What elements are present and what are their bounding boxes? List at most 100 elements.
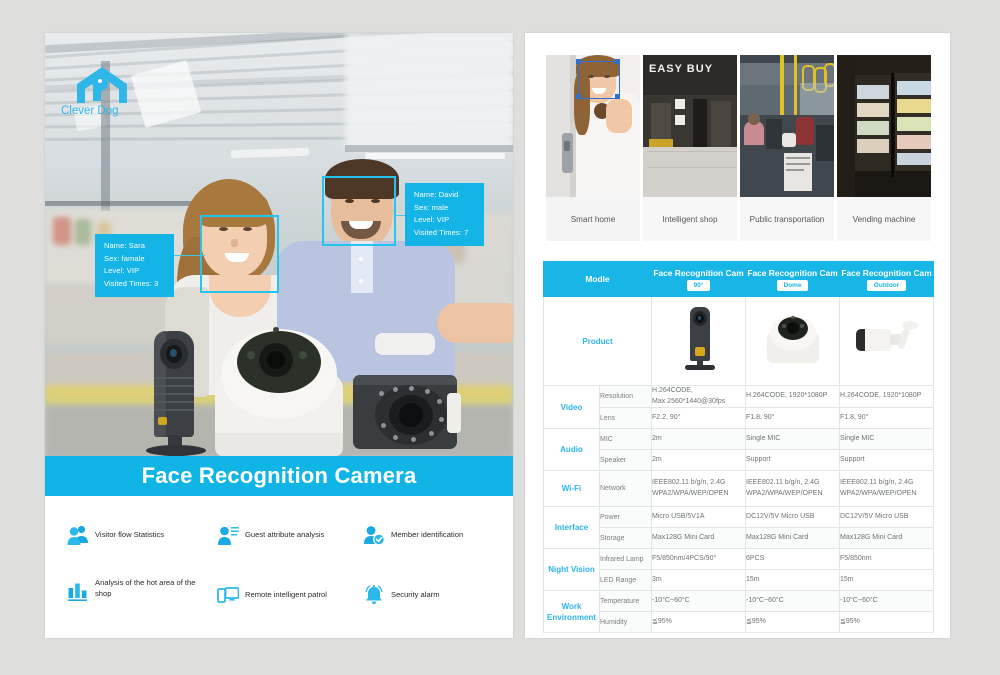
spec-value: IEEE802.11 b/g/n, 2.4G WPA2/WPA/WEP/OPEN: [839, 470, 935, 507]
product-title-band: Face Recognition Camera: [45, 456, 513, 496]
feature-item-security-alarm: Security alarm: [363, 584, 503, 606]
table-row-infrared-lamp: Night Vision Infrared Lamp F5/850nm/4PCS…: [543, 548, 935, 591]
spec-value: H.264CODE, Max 2560*1440@30fps: [651, 385, 747, 408]
face-detection-box-sara: [200, 215, 279, 293]
customer-hand: [437, 303, 513, 343]
right-spec-page: Smart home EASY BUY Intelligent shop Pub…: [525, 33, 950, 638]
product-bullet-camera: [353, 369, 461, 456]
table-row-temperature: Work Environment Temperature -10°C~60°C …: [543, 590, 935, 633]
sara-level: Level: VIP: [104, 266, 140, 276]
table-row-resolution: Video Resolution H.264CODE, Max 2560*144…: [543, 385, 935, 429]
scene-intelligent-shop: EASY BUY Intelligent shop: [643, 55, 737, 241]
scene-caption: Vending machine: [837, 197, 931, 241]
spec-label-speaker: Speaker: [598, 449, 653, 471]
feature-label: Security alarm: [391, 589, 440, 599]
spec-value: F5/850nm: [839, 548, 935, 570]
spec-label-resolution: Resolution: [598, 385, 653, 408]
col-3-title: Face Recognition Cam: [841, 267, 932, 278]
product-row-label: Product: [542, 296, 653, 386]
page-title: Face Recognition Camera: [141, 463, 417, 488]
spec-value: F1.8, 90°: [745, 407, 841, 429]
feature-label: Visitor flow Statistics: [95, 529, 165, 539]
feature-item-guest-attribute: Guest attribute analysis: [217, 524, 362, 546]
spec-value: 15m: [745, 569, 841, 591]
spec-value: Max128G Mini Card: [651, 527, 747, 549]
spec-label-mic: MIC: [598, 428, 653, 450]
col-1-badge: 90°: [686, 279, 711, 291]
category-video: Video: [543, 385, 600, 429]
face-detection-box-david: [322, 176, 396, 246]
shelf-line: [45, 201, 195, 206]
detection-info-sara: Name: Sara Sex: famale Level: VIP Visite…: [95, 234, 174, 298]
scene-image: [546, 55, 640, 197]
bar-chart-icon: [67, 580, 89, 602]
spec-value: 2m: [651, 428, 747, 450]
brand-logo: Clever Dog: [61, 65, 151, 125]
feature-item-member-identification: Member identification: [363, 524, 503, 546]
spec-value: ≦95%: [839, 611, 935, 633]
category-audio: Audio: [543, 428, 600, 471]
feature-item-remote-patrol: Remote intelligent patrol: [217, 584, 367, 606]
spec-value: DC12V/5V Micro USB: [745, 506, 841, 528]
spec-value: Micro USB/5V1A: [651, 506, 747, 528]
table-row-speaker: Speaker 2m Support Support: [544, 449, 935, 471]
brand-name: Clever Dog: [61, 105, 119, 117]
spec-value: 6PCS: [745, 548, 841, 570]
category-work-environment: Work Environment: [543, 590, 600, 633]
col-1-title: Face Recognition Cam: [653, 267, 744, 278]
table-row-humidity: Humidity ≦95% ≦95% ≦95%: [544, 611, 935, 633]
david-level: Level: VIP: [414, 215, 450, 225]
col-2-title: Face Recognition Cam: [747, 267, 838, 278]
feature-label: Analysis of the hot area of the shop: [95, 578, 196, 598]
david-sex: Sex: male: [414, 202, 449, 212]
spec-label-temperature: Temperature: [598, 590, 653, 612]
spec-value: H.264CODE, 1920*1080P: [839, 385, 935, 408]
spec-label-lens: Lens: [598, 407, 653, 429]
left-brochure-page: Name: Sara Sex: famale Level: VIP Visite…: [45, 33, 513, 638]
product-box-camera: [146, 331, 206, 456]
sara-sex: Sex: famale: [104, 253, 145, 263]
spec-label-power: Power: [598, 506, 653, 528]
spec-value: F5/850nm/4PCS/90°: [651, 548, 747, 570]
table-row-storage: Storage Max128G Mini Card Max128G Mini C…: [544, 527, 935, 549]
spec-value: DC12V/5V Micro USB: [839, 506, 935, 528]
product-dome-camera: [215, 327, 343, 456]
bell-icon: [363, 584, 385, 606]
table-header-row: Modle Face Recognition Cam 90° Face Reco…: [542, 261, 935, 297]
hanging-sign: [345, 33, 513, 151]
person-list-icon: [217, 524, 239, 546]
table-row-power: Interface Power Micro USB/5V1A DC12V/5V …: [543, 506, 935, 549]
scene-image: [837, 55, 931, 197]
spec-value: F2.2, 90°: [651, 407, 747, 429]
specification-table: Modle Face Recognition Cam 90° Face Reco…: [542, 261, 935, 633]
david-visits: Visited Times: 7: [414, 227, 469, 237]
table-row-mic: Audio MIC 2m Single MIC Single MIC: [543, 428, 935, 471]
spec-value: 2m: [651, 449, 747, 471]
face-detection-box: [578, 61, 620, 99]
scene-caption: Public transportation: [740, 197, 834, 241]
feature-list: Visitor flow Statistics Guest attribute …: [45, 496, 513, 638]
spec-value: 3m: [651, 569, 747, 591]
scene-caption: Intelligent shop: [643, 197, 737, 241]
spec-value: F1.8, 90°: [839, 407, 935, 429]
sara-visits: Visited Times: 3: [104, 278, 159, 288]
table-row-lens: Lens F2.2, 90° F1.8, 90° F1.8, 90°: [544, 407, 935, 429]
category-interface: Interface: [543, 506, 600, 549]
spec-value: IEEE802.11 b/g/n, 2.4G WPA2/WPA/WEP/OPEN: [745, 470, 841, 507]
feature-label: Guest attribute analysis: [245, 529, 325, 539]
category-wifi: Wi-Fi: [543, 470, 600, 507]
spec-value: -10°C~60°C: [745, 590, 841, 612]
spec-value: -10°C~60°C: [651, 590, 747, 612]
col-2-badge: Dome: [776, 279, 809, 291]
scene-vending-machine: Vending machine: [837, 55, 931, 241]
header-col-2: Face Recognition Cam Dome: [745, 261, 841, 297]
spec-value: Single MIC: [745, 428, 841, 450]
sara-name: Name: Sara: [104, 241, 146, 250]
feature-label: Member identification: [391, 529, 464, 539]
feature-label: Remote intelligent patrol: [245, 589, 327, 599]
spec-label-led-range: LED Range: [598, 569, 653, 591]
application-scenes: Smart home EASY BUY Intelligent shop Pub…: [546, 55, 931, 241]
spec-value: Max128G Mini Card: [839, 527, 935, 549]
feature-item-visitor-flow: Visitor flow Statistics: [67, 524, 207, 546]
table-row-led-range: LED Range 3m 15m 15m: [544, 569, 935, 591]
